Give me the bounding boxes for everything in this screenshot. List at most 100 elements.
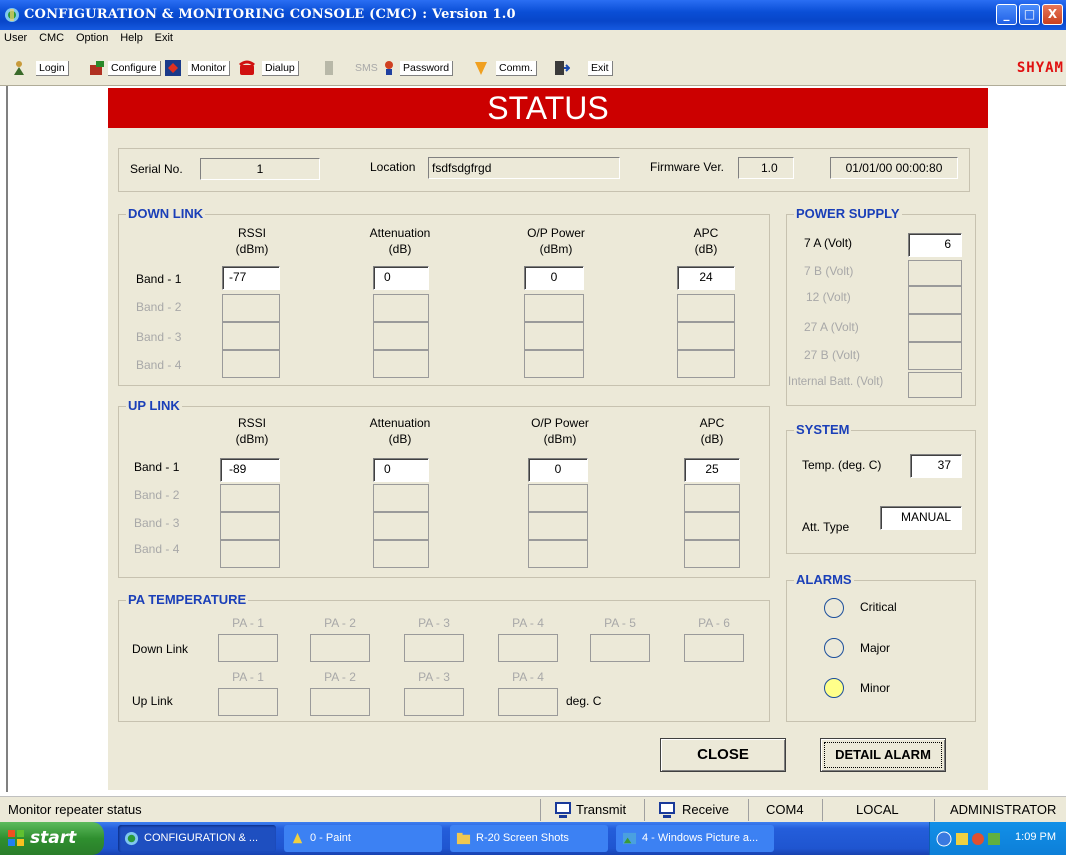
status-separator xyxy=(822,799,823,821)
temp-label: Temp. (deg. C) xyxy=(802,458,882,472)
exit-door-icon xyxy=(555,61,570,75)
power-label-7a: 7 A (Volt) xyxy=(804,236,853,250)
dl-apc-band2 xyxy=(677,294,735,322)
close-window-button[interactable]: X xyxy=(1042,4,1063,25)
maximize-button[interactable]: □ xyxy=(1019,4,1040,25)
login-icon[interactable] xyxy=(10,58,30,78)
menu-help[interactable]: Help xyxy=(116,30,147,46)
monitor-button[interactable]: Monitor xyxy=(164,58,231,78)
menu-user[interactable]: User xyxy=(0,30,31,46)
comm-icon xyxy=(475,62,487,75)
taskbar-item-folder[interactable]: R-20 Screen Shots xyxy=(450,825,608,852)
pa-dl-col: PA - 1 xyxy=(232,616,264,630)
att-type-field: MANUAL xyxy=(880,506,962,530)
menu-bar: User CMC Option Help Exit xyxy=(0,30,1066,48)
ul-apc-band2 xyxy=(684,484,740,512)
ul-op-band4 xyxy=(528,540,588,568)
status-separator xyxy=(644,799,645,821)
menu-option[interactable]: Option xyxy=(72,30,112,46)
user-indicator: ADMINISTRATOR xyxy=(950,802,1057,817)
dl-att-band4 xyxy=(373,350,429,378)
ul-op-band3 xyxy=(528,512,588,540)
comm-button[interactable]: Comm. xyxy=(472,58,537,78)
minor-alarm-indicator xyxy=(824,678,844,698)
pa-dl-col: PA - 4 xyxy=(512,616,544,630)
brand-logo: SHYAM xyxy=(1016,60,1064,76)
ul-att-band1: 0 xyxy=(373,458,429,482)
menu-cmc[interactable]: CMC xyxy=(35,30,68,46)
pa-dl-field xyxy=(404,634,464,662)
left-border xyxy=(6,86,8,792)
status-separator xyxy=(748,799,749,821)
dl-apc-band4 xyxy=(677,350,735,378)
ul-rssi-band1: -89 xyxy=(220,458,280,482)
system-tray: 1:09 PM xyxy=(929,822,1066,855)
pa-ul-col: PA - 3 xyxy=(418,670,450,684)
password-button[interactable]: Password xyxy=(380,58,454,78)
phone-icon xyxy=(239,60,255,75)
toolbar: Login Configure Monitor Dialup SMS Passw… xyxy=(0,48,1066,86)
status-separator xyxy=(934,799,935,821)
menu-exit[interactable]: Exit xyxy=(151,30,177,46)
sms-button[interactable]: SMS xyxy=(320,58,381,78)
ul-att-band3 xyxy=(373,512,429,540)
paint-icon xyxy=(292,832,303,844)
ul-att-band4 xyxy=(373,540,429,568)
dialup-button[interactable]: Dialup xyxy=(238,58,299,78)
exit-button[interactable]: Exit xyxy=(552,58,613,78)
pa-dl-field xyxy=(684,634,744,662)
power-label-batt: Internal Batt. (Volt) xyxy=(788,376,884,388)
taskbar-item-paint[interactable]: 0 - Paint xyxy=(284,825,442,852)
dl-band-label: Band - 3 xyxy=(136,330,182,344)
login-button[interactable]: Login xyxy=(36,58,69,78)
port-indicator: COM4 xyxy=(766,802,804,817)
tray-icons[interactable] xyxy=(936,830,1004,848)
pa-dl-field xyxy=(498,634,558,662)
dl-rssi-band1: -77 xyxy=(222,266,280,290)
dl-att-band3 xyxy=(373,322,429,350)
dl-att-band2 xyxy=(373,294,429,322)
major-alarm-label: Major xyxy=(860,641,891,655)
taskbar-item-cmc[interactable]: CONFIGURATION & ... xyxy=(118,825,276,852)
start-button[interactable]: start xyxy=(0,822,104,855)
power-label-27b: 27 B (Volt) xyxy=(804,348,861,362)
configure-button[interactable]: Configure xyxy=(88,58,161,78)
status-separator xyxy=(540,799,541,821)
configure-icon xyxy=(90,61,104,75)
sms-icon xyxy=(325,61,333,75)
dl-rssi-header: RSSI xyxy=(237,226,266,240)
major-alarm-indicator xyxy=(824,638,844,658)
dl-op-header: O/P Power xyxy=(527,226,585,240)
minimize-button[interactable]: _ xyxy=(996,4,1017,25)
downlink-title: DOWN LINK xyxy=(126,206,206,221)
receive-label: Receive xyxy=(682,802,729,817)
ul-att-unit: (dB) xyxy=(388,432,412,446)
windows-flag-icon xyxy=(8,830,24,846)
pa-ul-field xyxy=(310,688,370,716)
dl-apc-header: APC xyxy=(693,226,719,240)
ul-apc-band4 xyxy=(684,540,740,568)
app-icon xyxy=(5,8,19,22)
close-button[interactable]: CLOSE xyxy=(660,738,786,772)
dl-rssi-band4 xyxy=(222,350,280,378)
pa-dl-field xyxy=(590,634,650,662)
att-type-label: Att. Type xyxy=(802,520,850,534)
pa-uplink-label: Up Link xyxy=(132,694,173,708)
pa-ul-col: PA - 1 xyxy=(232,670,264,684)
clock: 1:09 PM xyxy=(1015,831,1056,843)
dl-op-band1: 0 xyxy=(524,266,584,290)
ul-apc-band1: 25 xyxy=(684,458,740,482)
pa-temperature-title: PA TEMPERATURE xyxy=(126,592,249,607)
status-message: Monitor repeater status xyxy=(8,802,142,817)
taskbar-item-picture-viewer[interactable]: 4 - Windows Picture a... xyxy=(616,825,774,852)
power-12-field xyxy=(908,286,962,314)
dl-op-band4 xyxy=(524,350,584,378)
critical-alarm-indicator xyxy=(824,598,844,618)
system-group xyxy=(786,430,976,554)
ul-op-unit: (dBm) xyxy=(543,432,577,446)
taskbar: start CONFIGURATION & ... 0 - Paint R-20… xyxy=(0,822,1066,855)
dl-band-label: Band - 2 xyxy=(136,300,182,314)
dl-apc-band3 xyxy=(677,322,735,350)
ul-rssi-band3 xyxy=(220,512,280,540)
detail-alarm-button[interactable]: DETAIL ALARM xyxy=(820,738,946,772)
